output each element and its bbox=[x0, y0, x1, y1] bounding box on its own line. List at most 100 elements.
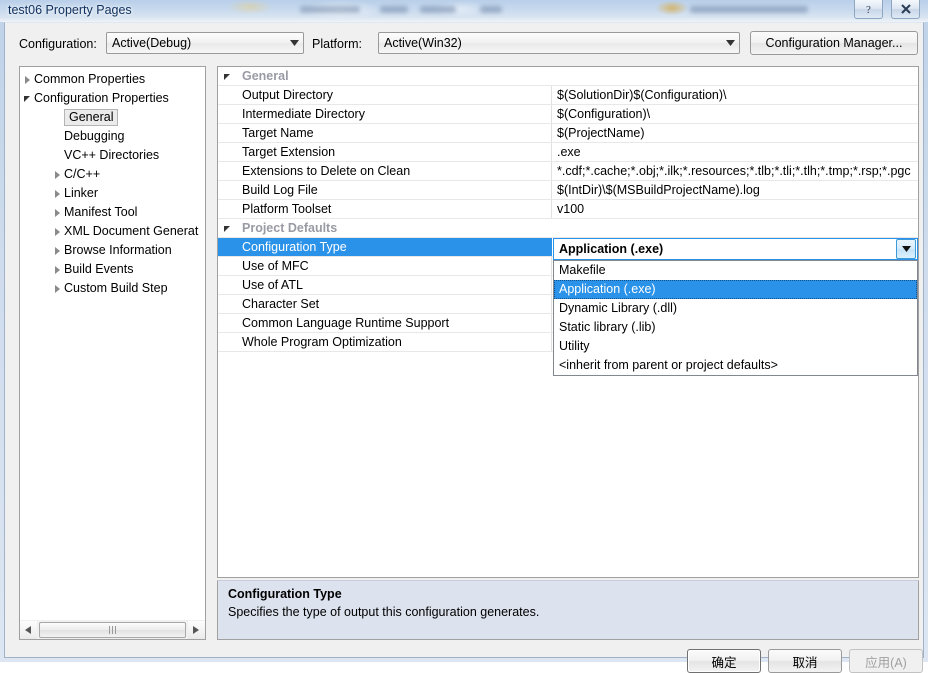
sidebar-item-label: XML Document Generat bbox=[64, 222, 198, 241]
expand-collapsed-icon[interactable] bbox=[50, 260, 64, 279]
expand-expanded-icon[interactable] bbox=[20, 89, 34, 108]
description-title: Configuration Type bbox=[228, 587, 342, 601]
property-row[interactable]: Platform Toolsetv100 bbox=[218, 200, 918, 219]
background-ghost-text bbox=[690, 6, 808, 13]
scroll-right-arrow-icon[interactable] bbox=[188, 621, 205, 639]
property-name: Configuration Type bbox=[218, 238, 552, 256]
property-value[interactable]: v100 bbox=[552, 200, 918, 218]
property-row[interactable]: Intermediate Directory$(Configuration)\ bbox=[218, 105, 918, 124]
cancel-button[interactable]: 取消 bbox=[768, 649, 842, 673]
property-value[interactable]: $(Configuration)\ bbox=[552, 105, 918, 123]
sidebar-item-custom-build-step[interactable]: Custom Build Step bbox=[20, 279, 205, 298]
expand-collapsed-icon[interactable] bbox=[50, 203, 64, 222]
sidebar-item-label: Custom Build Step bbox=[64, 279, 168, 298]
property-name: Build Log File bbox=[218, 181, 552, 199]
expand-collapsed-icon[interactable] bbox=[50, 241, 64, 260]
expand-expanded-icon[interactable] bbox=[224, 67, 230, 86]
chevron-down-icon bbox=[721, 40, 739, 46]
sidebar-item-label: Common Properties bbox=[34, 70, 145, 89]
sidebar-item-manifest-tool[interactable]: Manifest Tool bbox=[20, 203, 205, 222]
property-row[interactable]: Target Extension.exe bbox=[218, 143, 918, 162]
configuration-type-dropdown-button[interactable] bbox=[896, 239, 916, 259]
background-ghost-text bbox=[480, 6, 502, 13]
configuration-select[interactable]: Active(Debug) bbox=[106, 32, 304, 54]
sidebar-item-browse-information[interactable]: Browse Information bbox=[20, 241, 205, 260]
dropdown-option[interactable]: <inherit from parent or project defaults… bbox=[554, 356, 917, 375]
property-value[interactable]: $(IntDir)\$(MSBuildProjectName).log bbox=[552, 181, 918, 199]
expand-collapsed-icon[interactable] bbox=[50, 165, 64, 184]
property-row[interactable]: Target Name$(ProjectName) bbox=[218, 124, 918, 143]
tree-horizontal-scrollbar[interactable] bbox=[19, 620, 206, 640]
dropdown-option[interactable]: Application (.exe) bbox=[554, 280, 917, 299]
property-name: Platform Toolset bbox=[218, 200, 552, 218]
expand-collapsed-icon[interactable] bbox=[50, 279, 64, 298]
property-category-label: General bbox=[242, 69, 289, 83]
sidebar-item-common-properties[interactable]: Common Properties bbox=[20, 70, 205, 89]
expand-expanded-icon[interactable] bbox=[224, 219, 230, 238]
property-grid[interactable]: General Output Directory$(SolutionDir)$(C… bbox=[217, 66, 919, 578]
configuration-type-editor[interactable]: Application (.exe) bbox=[553, 238, 918, 260]
expand-collapsed-icon[interactable] bbox=[20, 70, 34, 89]
description-text: Specifies the type of output this config… bbox=[228, 605, 539, 619]
property-name: Use of MFC bbox=[218, 257, 552, 275]
configuration-type-value: Application (.exe) bbox=[554, 242, 896, 256]
property-value[interactable]: *.cdf;*.cache;*.obj;*.ilk;*.resources;*.… bbox=[552, 162, 918, 180]
property-name: Target Extension bbox=[218, 143, 552, 161]
property-name: Whole Program Optimization bbox=[218, 333, 552, 351]
property-row[interactable]: Build Log File$(IntDir)\$(MSBuildProject… bbox=[218, 181, 918, 200]
scrollbar-track[interactable] bbox=[37, 621, 188, 639]
configuration-select-value: Active(Debug) bbox=[107, 36, 285, 50]
platform-select[interactable]: Active(Win32) bbox=[378, 32, 740, 54]
dropdown-option[interactable]: Utility bbox=[554, 337, 917, 356]
sidebar-item-configuration-properties[interactable]: Configuration Properties bbox=[20, 89, 205, 108]
sidebar-item-label: Configuration Properties bbox=[34, 89, 169, 108]
tree-spacer bbox=[50, 127, 64, 146]
sidebar-item-label: General bbox=[64, 109, 118, 126]
scrollbar-thumb[interactable] bbox=[39, 622, 186, 638]
grip-icon bbox=[109, 626, 116, 634]
property-row[interactable]: Extensions to Delete on Clean*.cdf;*.cac… bbox=[218, 162, 918, 181]
background-ghost-text bbox=[420, 6, 456, 13]
dropdown-option[interactable]: Makefile bbox=[554, 261, 917, 280]
property-name: Use of ATL bbox=[218, 276, 552, 294]
scroll-left-arrow-icon[interactable] bbox=[20, 621, 37, 639]
expand-collapsed-icon[interactable] bbox=[50, 222, 64, 241]
sidebar-item-xml-document-generat[interactable]: XML Document Generat bbox=[20, 222, 205, 241]
property-row[interactable]: Output Directory$(SolutionDir)$(Configur… bbox=[218, 86, 918, 105]
configuration-type-dropdown-list[interactable]: MakefileApplication (.exe)Dynamic Librar… bbox=[553, 260, 918, 376]
expand-collapsed-icon[interactable] bbox=[50, 184, 64, 203]
platform-select-value: Active(Win32) bbox=[379, 36, 721, 50]
close-icon bbox=[900, 3, 912, 15]
configuration-manager-button[interactable]: Configuration Manager... bbox=[750, 31, 918, 55]
property-name: Intermediate Directory bbox=[218, 105, 552, 123]
dropdown-option[interactable]: Static library (.lib) bbox=[554, 318, 917, 337]
close-button[interactable] bbox=[891, 0, 920, 19]
sidebar-item-label: Linker bbox=[64, 184, 98, 203]
property-name: Character Set bbox=[218, 295, 552, 313]
sidebar-item-label: Build Events bbox=[64, 260, 133, 279]
sidebar-item-c-c[interactable]: C/C++ bbox=[20, 165, 205, 184]
property-value[interactable]: $(ProjectName) bbox=[552, 124, 918, 142]
properties-tree-panel[interactable]: Common PropertiesConfiguration Propertie… bbox=[19, 66, 206, 640]
window-title: test06 Property Pages bbox=[8, 3, 132, 17]
property-category-header[interactable]: Project Defaults bbox=[218, 219, 918, 238]
property-category-label: Project Defaults bbox=[242, 221, 337, 235]
sidebar-item-debugging[interactable]: Debugging bbox=[20, 127, 205, 146]
sidebar-item-label: C/C++ bbox=[64, 165, 100, 184]
chevron-down-icon bbox=[902, 246, 911, 252]
dropdown-option[interactable]: Dynamic Library (.dll) bbox=[554, 299, 917, 318]
property-name: Output Directory bbox=[218, 86, 552, 104]
property-category-header[interactable]: General bbox=[218, 67, 918, 86]
dialog-client-area: Configuration: Active(Debug) Platform: A… bbox=[4, 22, 924, 658]
property-value[interactable]: $(SolutionDir)$(Configuration)\ bbox=[552, 86, 918, 104]
help-button[interactable]: ? bbox=[854, 0, 883, 19]
property-name: Target Name bbox=[218, 124, 552, 142]
sidebar-item-build-events[interactable]: Build Events bbox=[20, 260, 205, 279]
ok-button[interactable]: 确定 bbox=[687, 649, 761, 673]
property-value[interactable]: .exe bbox=[552, 143, 918, 161]
sidebar-item-general[interactable]: General bbox=[20, 108, 205, 127]
sidebar-item-linker[interactable]: Linker bbox=[20, 184, 205, 203]
tree-spacer bbox=[50, 146, 64, 165]
svg-text:?: ? bbox=[866, 4, 871, 15]
sidebar-item-vc-directories[interactable]: VC++ Directories bbox=[20, 146, 205, 165]
